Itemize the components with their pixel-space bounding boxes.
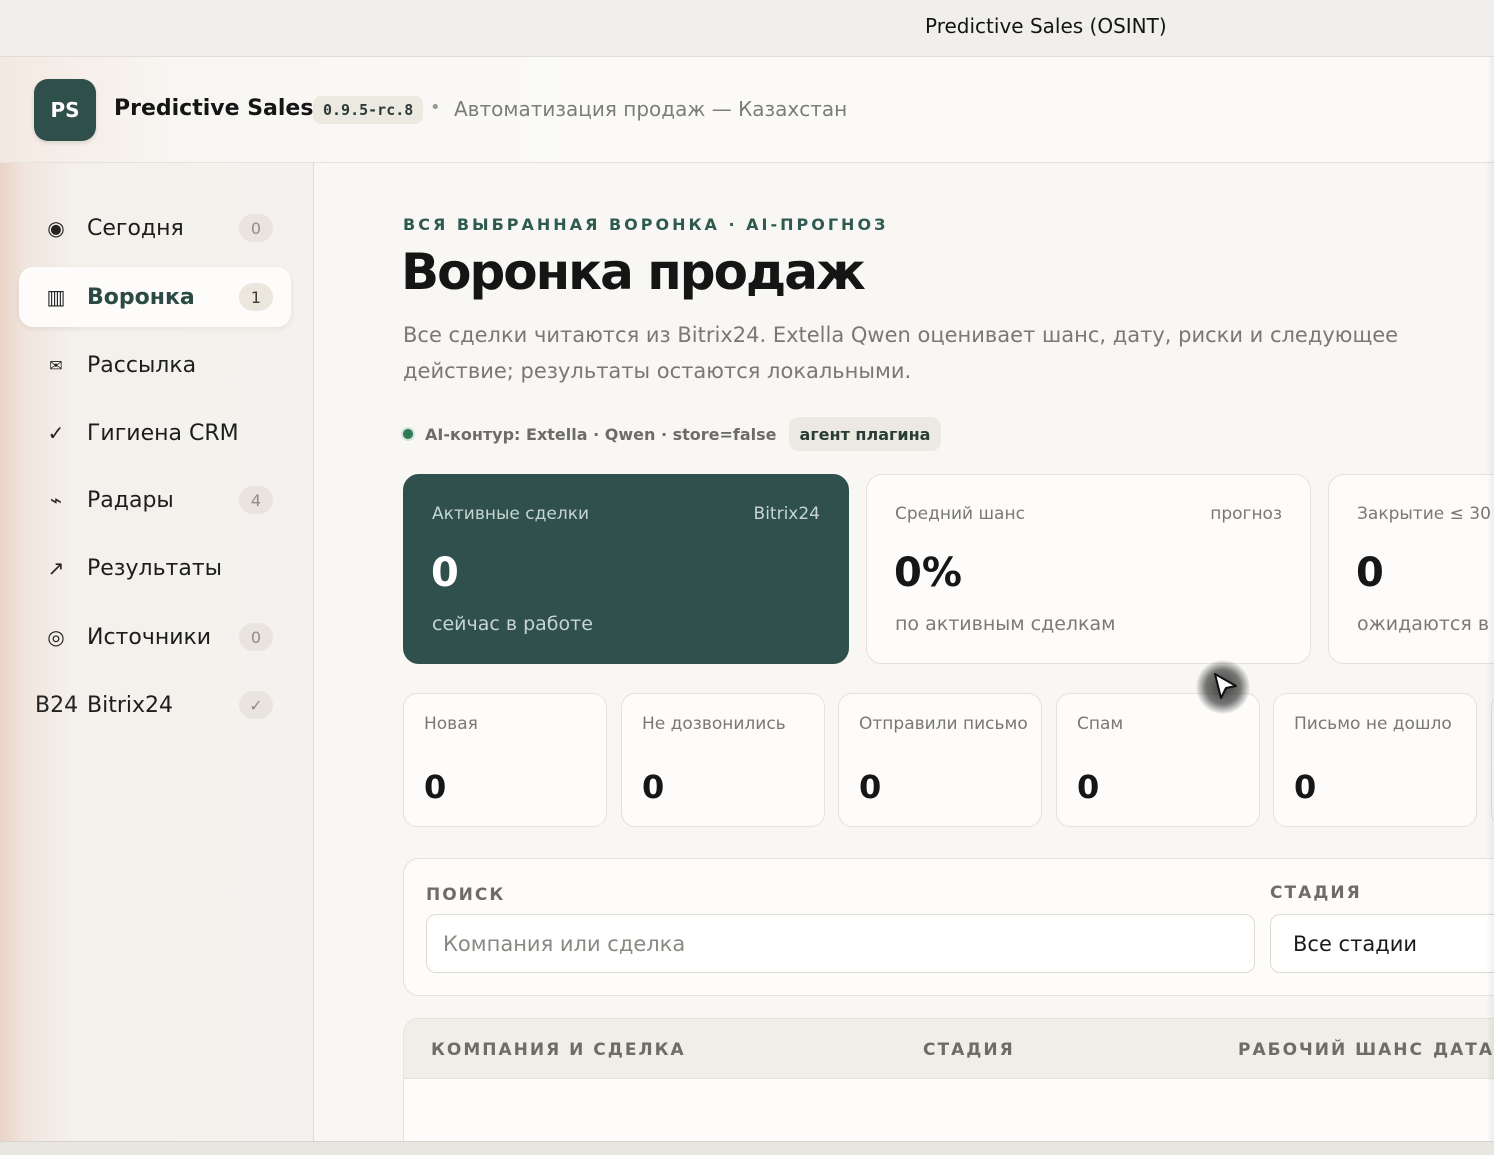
search-label: ПОИСК bbox=[426, 885, 506, 905]
app-header: PS Predictive Sales 0.9.5-rc.8 • Автомат… bbox=[0, 57, 1494, 163]
deals-table: КОМПАНИЯ И СДЕЛКА СТАДИЯ РАБОЧИЙ ШАНС ДА… bbox=[403, 1018, 1494, 1141]
kpi-card-average-chance: Средний шанс прогноз 0% по активным сдел… bbox=[866, 474, 1311, 664]
sidebar-item-results[interactable]: ↗ Результаты bbox=[19, 538, 291, 598]
page-title: Воронка продаж bbox=[401, 243, 866, 301]
sidebar-item-label: Bitrix24 bbox=[87, 692, 174, 718]
check-icon: ✓ bbox=[47, 421, 65, 445]
version-badge: 0.9.5-rc.8 bbox=[313, 96, 424, 124]
radar-icon: ⌁ bbox=[49, 488, 63, 512]
ai-status-text: AI-контур: Extella · Qwen · store=false bbox=[425, 424, 777, 444]
kpi-note: по активным сделкам bbox=[895, 613, 1116, 635]
bitrix24-icon: B24 bbox=[35, 692, 79, 718]
pipeline-icon: ▥ bbox=[46, 285, 66, 309]
kpi-tag: прогноз bbox=[1210, 504, 1282, 524]
header-separator: • bbox=[430, 97, 441, 118]
sidebar-item-badge: ✓ bbox=[239, 691, 273, 719]
sidebar-item-label: Результаты bbox=[87, 555, 223, 581]
window-title: Predictive Sales (OSINT) bbox=[925, 14, 1167, 38]
sidebar-item-label: Источники bbox=[87, 624, 212, 650]
status-dot-icon bbox=[401, 427, 415, 441]
stage-card-email-sent[interactable]: Отправили письмо 0 bbox=[838, 693, 1042, 827]
page-subtitle: Все сделки читаются из Bitrix24. Extella… bbox=[403, 323, 1399, 383]
sidebar-item-label: Воронка bbox=[87, 284, 195, 310]
sidebar-item-badge: 4 bbox=[239, 486, 273, 514]
column-header-date[interactable]: ДАТА bbox=[1433, 1040, 1494, 1060]
mail-icon: ✉ bbox=[49, 355, 63, 375]
today-radio-icon: ◉ bbox=[47, 216, 65, 240]
sidebar-item-label: Рассылка bbox=[87, 352, 197, 378]
stage-select[interactable]: Все стадии bbox=[1270, 914, 1494, 973]
kpi-note: сейчас в работе bbox=[432, 613, 593, 635]
sidebar: ◉ Сегодня 0 ▥ Воронка 1 ✉ Рассылка ✓ Гиг… bbox=[0, 163, 314, 1141]
kpi-card-closing-30d: Закрытие ≤ 30 д 0 ожидаются в б bbox=[1328, 474, 1494, 664]
kpi-label: Закрытие ≤ 30 д bbox=[1357, 504, 1494, 524]
stage-card-no-answer[interactable]: Не дозвонились 0 bbox=[621, 693, 825, 827]
kpi-value: 0% bbox=[894, 550, 962, 596]
sidebar-item-label: Гигиена CRM bbox=[87, 420, 239, 446]
sidebar-item-label: Сегодня bbox=[87, 215, 184, 241]
sidebar-item-today[interactable]: ◉ Сегодня 0 bbox=[19, 198, 291, 258]
sidebar-item-badge: 0 bbox=[239, 214, 273, 242]
kpi-value: 0 bbox=[431, 550, 459, 596]
stage-card-new[interactable]: Новая 0 bbox=[403, 693, 607, 827]
sidebar-item-radars[interactable]: ⌁ Радары 4 bbox=[19, 470, 291, 530]
stage-label: Новая bbox=[424, 714, 478, 734]
table-header: КОМПАНИЯ И СДЕЛКА СТАДИЯ РАБОЧИЙ ШАНС ДА… bbox=[404, 1019, 1494, 1079]
stage-value: 0 bbox=[642, 768, 665, 806]
stage-value: 0 bbox=[1294, 768, 1317, 806]
ai-status-row: AI-контур: Extella · Qwen · store=false … bbox=[401, 417, 942, 451]
kpi-value: 0 bbox=[1356, 550, 1384, 596]
stage-value: 0 bbox=[424, 768, 447, 806]
sidebar-item-mailing[interactable]: ✉ Рассылка bbox=[19, 335, 291, 395]
search-input[interactable] bbox=[426, 914, 1255, 973]
kpi-label: Средний шанс bbox=[895, 504, 1025, 524]
window-bottom-edge bbox=[0, 1141, 1494, 1155]
stage-label: Письмо не дошло bbox=[1294, 714, 1452, 734]
column-header-company[interactable]: КОМПАНИЯ И СДЕЛКА bbox=[431, 1040, 686, 1060]
sources-icon: ◎ bbox=[47, 625, 65, 649]
column-header-stage[interactable]: СТАДИЯ bbox=[923, 1040, 1015, 1060]
kpi-note: ожидаются в б bbox=[1357, 613, 1494, 635]
sidebar-item-sources[interactable]: ◎ Источники 0 bbox=[19, 607, 291, 667]
stage-label: Спам bbox=[1077, 714, 1124, 734]
kpi-label: Активные сделки bbox=[432, 504, 590, 524]
kpi-tag: Bitrix24 bbox=[753, 504, 820, 524]
page-eyebrow: ВСЯ ВЫБРАННАЯ ВОРОНКА · AI-ПРОГНОЗ bbox=[403, 215, 889, 234]
sidebar-item-badge: 0 bbox=[239, 623, 273, 651]
cursor-arrow-icon bbox=[1214, 673, 1237, 699]
mouse-cursor-icon bbox=[1196, 660, 1250, 714]
results-arrow-icon: ↗ bbox=[47, 556, 65, 580]
stage-card-email-bounced[interactable]: Письмо не дошло 0 bbox=[1273, 693, 1477, 827]
sidebar-item-label: Радары bbox=[87, 487, 174, 513]
brand-name: Predictive Sales bbox=[114, 96, 314, 121]
sidebar-item-crm-hygiene[interactable]: ✓ Гигиена CRM bbox=[19, 403, 291, 463]
stage-label: Не дозвонились bbox=[642, 714, 786, 734]
filter-panel: ПОИСК СТАДИЯ Все стадии bbox=[403, 858, 1494, 996]
kpi-card-active-deals: Активные сделки Bitrix24 0 сейчас в рабо… bbox=[403, 474, 849, 664]
window-titlebar: Predictive Sales (OSINT) bbox=[0, 0, 1494, 57]
sidebar-item-badge: 1 bbox=[239, 283, 273, 311]
agent-chip[interactable]: агент плагина bbox=[788, 417, 942, 451]
column-header-chance[interactable]: РАБОЧИЙ ШАНС bbox=[1238, 1040, 1424, 1060]
app-logo: PS bbox=[34, 79, 96, 141]
window-edge-shadow bbox=[1486, 57, 1494, 1141]
stage-filter-label: СТАДИЯ bbox=[1270, 883, 1362, 903]
header-tagline: Автоматизация продаж — Казахстан bbox=[454, 97, 848, 121]
sidebar-item-bitrix24[interactable]: B24 Bitrix24 ✓ bbox=[19, 675, 291, 735]
main-content: ВСЯ ВЫБРАННАЯ ВОРОНКА · AI-ПРОГНОЗ Ворон… bbox=[314, 163, 1494, 1141]
sidebar-item-pipeline[interactable]: ▥ Воронка 1 bbox=[19, 267, 291, 327]
stage-value: 0 bbox=[1077, 768, 1100, 806]
stage-label: Отправили письмо bbox=[859, 714, 1028, 734]
stage-value: 0 bbox=[859, 768, 882, 806]
